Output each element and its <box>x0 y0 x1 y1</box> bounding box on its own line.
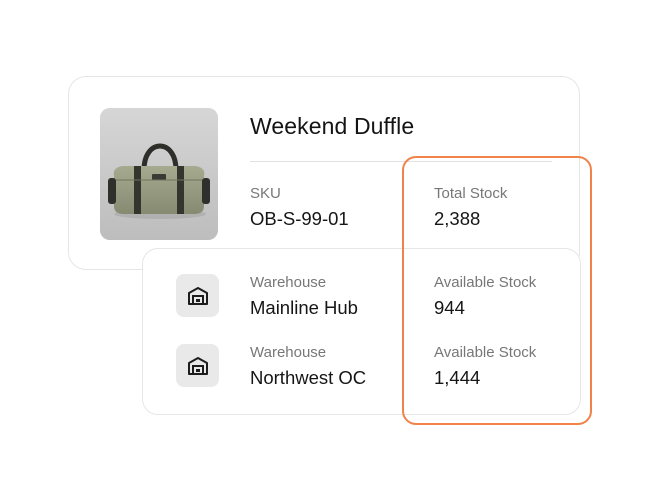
total-stock-field: Total Stock 2,388 <box>434 185 507 230</box>
warehouse-label: Warehouse <box>250 344 327 361</box>
total-stock-value: 2,388 <box>434 208 481 229</box>
product-card[interactable]: Weekend Duffle SKU OB-S-99-01 Total Stoc… <box>68 76 580 270</box>
available-stock-field: Available Stock 944 <box>434 274 536 319</box>
warehouse-row[interactable]: Warehouse Mainline Hub Available Stock 9… <box>143 249 580 318</box>
product-title: Weekend Duffle <box>250 113 415 139</box>
warehouse-icon <box>176 274 219 317</box>
warehouse-name: Mainline Hub <box>250 297 358 318</box>
warehouse-name: Northwest OC <box>250 367 367 388</box>
available-stock-value: 1,444 <box>434 367 481 388</box>
inventory-illustration: Weekend Duffle SKU OB-S-99-01 Total Stoc… <box>0 0 660 501</box>
available-stock-label: Available Stock <box>434 274 537 291</box>
warehouse-name-field: Warehouse Northwest OC <box>250 344 366 389</box>
sku-value: OB-S-99-01 <box>250 208 349 229</box>
duffle-bag-image <box>100 108 218 240</box>
divider <box>250 161 552 162</box>
sku-field: SKU OB-S-99-01 <box>250 185 349 230</box>
warehouse-card: Warehouse Mainline Hub Available Stock 9… <box>142 248 581 415</box>
total-stock-label: Total Stock <box>434 185 508 202</box>
warehouse-icon <box>176 344 219 387</box>
available-stock-value: 944 <box>434 297 465 318</box>
warehouse-name-field: Warehouse Mainline Hub <box>250 274 358 319</box>
available-stock-field: Available Stock 1,444 <box>434 344 536 389</box>
sku-label: SKU <box>250 185 281 202</box>
product-image <box>100 108 218 240</box>
available-stock-label: Available Stock <box>434 344 537 361</box>
warehouse-label: Warehouse <box>250 274 327 291</box>
warehouse-row[interactable]: Warehouse Northwest OC Available Stock 1… <box>143 319 580 388</box>
